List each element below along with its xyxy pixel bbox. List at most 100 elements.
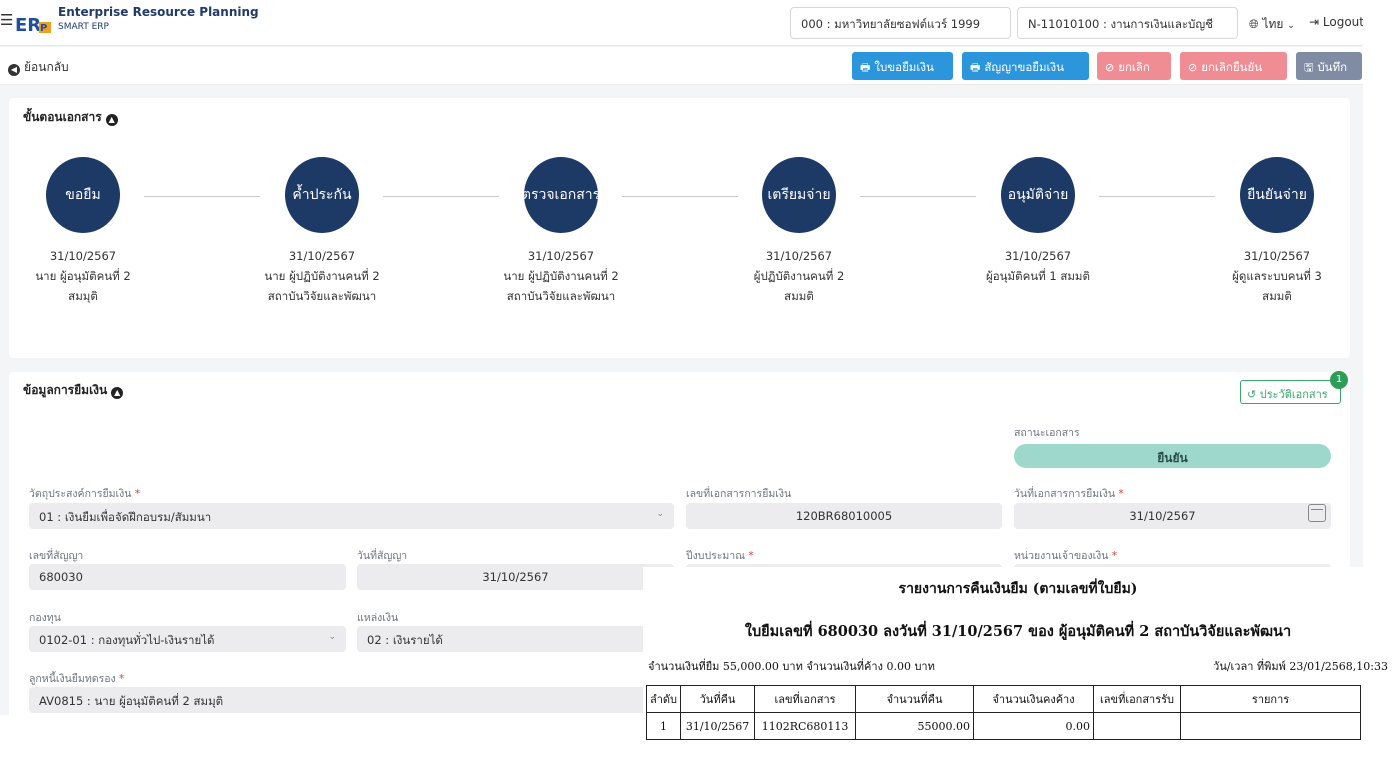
- col-header-return-date: วันที่คืน: [680, 685, 756, 713]
- language-selector[interactable]: 🌐︎ ไทย ⌄: [1249, 15, 1295, 34]
- back-button[interactable]: ◀ ย้อนกลับ: [8, 58, 69, 77]
- app-title: Enterprise Resource Planning: [58, 5, 259, 19]
- step-info-prepare-payment: 31/10/2567 ผู้ปฏิบัติงานคนที่ 2 สมมติ: [734, 246, 864, 306]
- cell-outstanding: 0.00: [973, 712, 1095, 740]
- contract-no-field[interactable]: 680030: [29, 564, 346, 590]
- document-history-button[interactable]: ↺ ประวัติเอกสาร: [1240, 380, 1341, 404]
- required-mark: *: [119, 673, 125, 685]
- cell-description: [1180, 712, 1362, 740]
- report-table: ลำดับ วันที่คืน เลขที่เอกสาร จำนวนที่คืน…: [645, 685, 1362, 740]
- required-mark: *: [1118, 488, 1124, 500]
- step-status: สมมติ: [1262, 289, 1292, 303]
- chevron-down-icon: ⌄: [656, 509, 664, 519]
- language-label: ไทย: [1262, 17, 1284, 31]
- contract-date-field[interactable]: 31/10/2567: [357, 564, 674, 590]
- page: ☰ ER P Enterprise Resource Planning SMAR…: [0, 0, 1393, 775]
- required-mark: *: [1111, 550, 1118, 562]
- doc-no-field[interactable]: 120BR68010005: [686, 503, 1002, 529]
- contract-date-label: วันที่สัญญา: [357, 550, 408, 562]
- contract-no-label: เลขที่สัญญา: [29, 550, 84, 562]
- table-row: 1 31/10/2567 1102RC680113 55000.00 0.00: [645, 712, 1362, 740]
- loan-info-title-text: ข้อมูลการยืมเงิน: [23, 383, 108, 397]
- col-header-seq: ลำดับ: [645, 685, 682, 713]
- step-info-borrow: 31/10/2567 นาย ผู้อนุมัติคนที่ 2 สมมุติ: [18, 246, 148, 306]
- cell-receipt-doc-no: [1093, 712, 1182, 740]
- organization-selector[interactable]: 000 : มหาวิทยาลัยซอฟต์แวร์ 1999: [790, 7, 1011, 39]
- globe-icon: 🌐︎: [1249, 17, 1259, 31]
- print-loan-form-button[interactable]: 🖶 ใบขอยืมเงิน: [852, 52, 953, 80]
- app-subtitle: SMART ERP: [58, 22, 109, 32]
- purpose-select[interactable]: 01 : เงินยืมเพื่อจัดฝึกอบรม/สัมมนา ⌄: [29, 503, 674, 529]
- loan-info-title[interactable]: ข้อมูลการยืมเงิน ▲: [23, 381, 124, 400]
- step-connector: [622, 196, 738, 197]
- budget-year-label-text: ปีงบประมาณ: [686, 550, 745, 562]
- col-header-outstanding: จำนวนเงินคงค้าง: [973, 685, 1095, 713]
- logout-link[interactable]: ⇥ Logout: [1309, 15, 1363, 29]
- history-icon: ↺: [1247, 388, 1257, 401]
- doc-date-field[interactable]: 31/10/2567: [1014, 503, 1331, 529]
- printer-icon: 🖶: [970, 61, 981, 74]
- fund-select[interactable]: 0102-01 : กองทุนทั่วไป-เงินรายได้ ⌄: [29, 626, 346, 652]
- top-header: ☰ ER P Enterprise Resource Planning SMAR…: [0, 0, 1363, 46]
- printer-icon: 🖶: [860, 61, 871, 74]
- ban-icon: ⊘: [1188, 61, 1198, 74]
- cancel-button[interactable]: ⊘ ยกเลิก: [1097, 52, 1171, 80]
- chevron-up-circle-icon: ▲: [105, 114, 118, 126]
- step-circle-approve-payment: อนุมัติจ่าย: [1001, 157, 1075, 233]
- chevron-up-circle-icon: ▲: [111, 387, 124, 399]
- chevron-down-icon: ⌄: [328, 632, 336, 642]
- hamburger-menu-icon[interactable]: ☰: [0, 11, 13, 29]
- document-steps-card: ขั้นตอนเอกสาร ▲ ขอยืม ค้ำประกัน ตรวจเอกสา…: [9, 98, 1350, 358]
- print-loan-contract-label: สัญญาขอยืมเงิน: [984, 60, 1064, 74]
- step-status: สมมติ: [784, 289, 814, 303]
- debtor-select[interactable]: AV0815 : นาย ผู้อนุมัติคนที่ 2 สมมุติ: [29, 687, 674, 713]
- step-date: 31/10/2567: [1243, 249, 1311, 263]
- step-status: สมมุติ: [68, 289, 98, 303]
- department-selector[interactable]: N-11010100 : งานการเงินและบัญชี: [1017, 7, 1238, 39]
- cancel-confirm-label: ยกเลิกยืนยัน: [1201, 60, 1263, 74]
- report-printed-datetime: วัน/เวลา ที่พิมพ์ 23/01/2568,10:33: [1213, 660, 1388, 673]
- fund-label: กองทุน: [29, 612, 61, 624]
- col-header-doc-no: เลขที่เอกสาร: [754, 685, 857, 713]
- owner-unit-label-text: หน่วยงานเจ้าของเงิน: [1014, 550, 1109, 562]
- calendar-icon[interactable]: [1308, 504, 1326, 522]
- report-amount-line: จำนวนเงินที่ยืม 55,000.00 บาท จำนวนเงินท…: [648, 660, 935, 673]
- step-info-check-documents: 31/10/2567 นาย ผู้ปฏิบัติงานคนที่ 2 สถาบ…: [496, 246, 626, 306]
- svg-text:ER: ER: [15, 15, 41, 36]
- cell-seq: 1: [645, 712, 682, 740]
- step-person: ผู้ปฏิบัติงานคนที่ 2: [753, 269, 845, 283]
- back-label: ย้อนกลับ: [24, 60, 69, 74]
- step-person: นาย ผู้ปฏิบัติงานคนที่ 2 สถาบันวิจัยและพ…: [503, 269, 619, 303]
- document-steps-title[interactable]: ขั้นตอนเอกสาร ▲: [23, 108, 118, 127]
- required-mark: *: [748, 550, 754, 562]
- step-info-approve-payment: 31/10/2567 ผู้อนุมัติคนที่ 1 สมมติ: [973, 246, 1103, 286]
- step-circle-prepare-payment: เตรียมจ่าย: [762, 157, 836, 233]
- cancel-confirm-button[interactable]: ⊘ ยกเลิกยืนยัน: [1180, 52, 1287, 80]
- col-header-return-amount: จำนวนที่คืน: [855, 685, 975, 713]
- svg-text:P: P: [40, 23, 47, 34]
- debtor-label: ลูกหนี้เงินยืมทดรอง *: [29, 670, 124, 687]
- step-date: 31/10/2567: [1004, 249, 1072, 263]
- step-info-guarantee: 31/10/2567 นาย ผู้ปฏิบัติงานคนที่ 2 สถาบ…: [257, 246, 387, 306]
- fund-value: 0102-01 : กองทุนทั่วไป-เงินรายได้: [39, 633, 215, 647]
- debtor-label-text: ลูกหนี้เงินยืมทดรอง: [29, 673, 116, 685]
- save-button[interactable]: 🖫 บันทึก: [1296, 52, 1362, 80]
- step-date: 31/10/2567: [49, 249, 117, 263]
- step-person: ผู้ดูแลระบบคนที่ 3: [1232, 269, 1322, 283]
- history-count-badge: 1: [1330, 371, 1348, 389]
- source-select[interactable]: 02 : เงินรายได้: [357, 626, 674, 652]
- report-title: รายงานการคืนเงินยืม (ตามเลขที่ใบยืม): [898, 581, 1138, 597]
- doc-status-badge: ยืนยัน: [1014, 444, 1331, 468]
- col-header-receipt-doc-no: เลขที่เอกสารรับ: [1093, 685, 1182, 713]
- doc-no-label: เลขที่เอกสารการยืมเงิน: [686, 488, 792, 500]
- cell-doc-no: 1102RC680113: [754, 712, 857, 740]
- step-circle-guarantee: ค้ำประกัน: [285, 157, 359, 233]
- logout-icon: ⇥: [1309, 15, 1320, 29]
- step-circle-confirm-payment: ยืนยันจ่าย: [1240, 157, 1314, 233]
- doc-date-label-text: วันที่เอกสารการยืมเงิน: [1014, 488, 1116, 500]
- step-person: นาย ผู้ปฏิบัติงานคนที่ 2 สถาบันวิจัยและพ…: [264, 269, 380, 303]
- loan-return-report: รายงานการคืนเงินยืม (ตามเลขที่ใบยืม) ใบย…: [643, 567, 1393, 775]
- print-loan-contract-button[interactable]: 🖶 สัญญาขอยืมเงิน: [962, 52, 1089, 80]
- required-mark: *: [134, 488, 141, 500]
- document-history-label: ประวัติเอกสาร: [1259, 388, 1328, 401]
